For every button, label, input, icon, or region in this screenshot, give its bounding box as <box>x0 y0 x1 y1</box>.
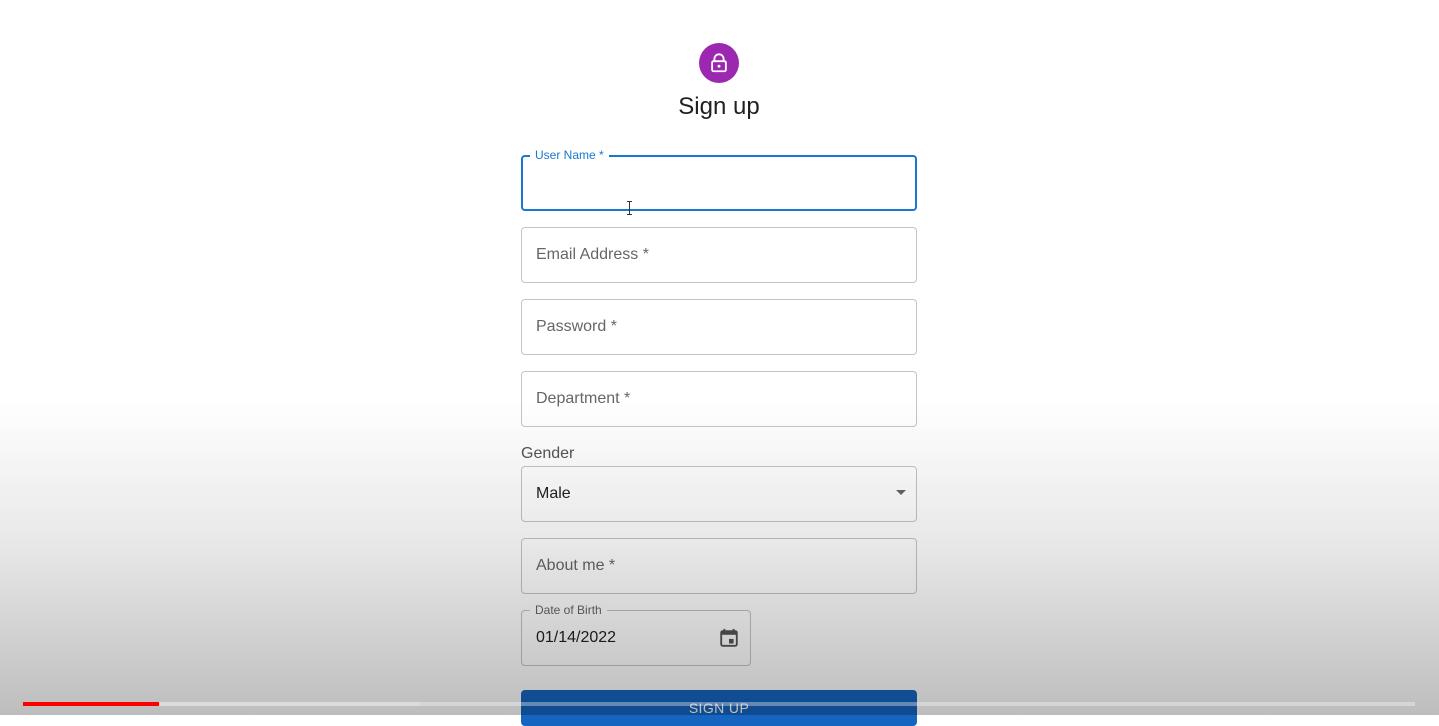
about-me-field[interactable]: About me * <box>521 538 917 594</box>
username-field[interactable]: User Name * <box>521 148 917 215</box>
about-me-label: About me * <box>536 557 616 574</box>
arrow-drop-down-icon <box>896 490 906 495</box>
date-of-birth-field[interactable]: Date of Birth 01/14/2022 <box>521 603 751 666</box>
password-label: Password * <box>536 318 617 335</box>
gender-select[interactable]: Male <box>521 466 917 522</box>
department-field[interactable]: Department * <box>521 371 917 427</box>
email-field[interactable]: Email Address * <box>521 227 917 283</box>
page-title: Sign up <box>678 93 760 120</box>
password-field[interactable]: Password * <box>521 299 917 355</box>
date-of-birth-label: Date of Birth <box>530 603 607 617</box>
video-progress-bar[interactable] <box>23 702 1415 706</box>
department-label: Department * <box>536 390 631 407</box>
text-cursor-icon <box>627 201 632 215</box>
gender-selected-value: Male <box>536 485 571 502</box>
sign-up-button[interactable]: SIGN UP <box>521 690 917 726</box>
email-label: Email Address * <box>536 246 649 263</box>
lock-icon <box>711 53 727 73</box>
video-played-bar <box>23 702 160 706</box>
avatar <box>699 43 739 83</box>
date-of-birth-value: 01/14/2022 <box>536 629 617 646</box>
gender-label: Gender <box>521 445 575 462</box>
username-label: User Name * <box>530 148 609 162</box>
calendar-icon[interactable] <box>718 627 740 649</box>
